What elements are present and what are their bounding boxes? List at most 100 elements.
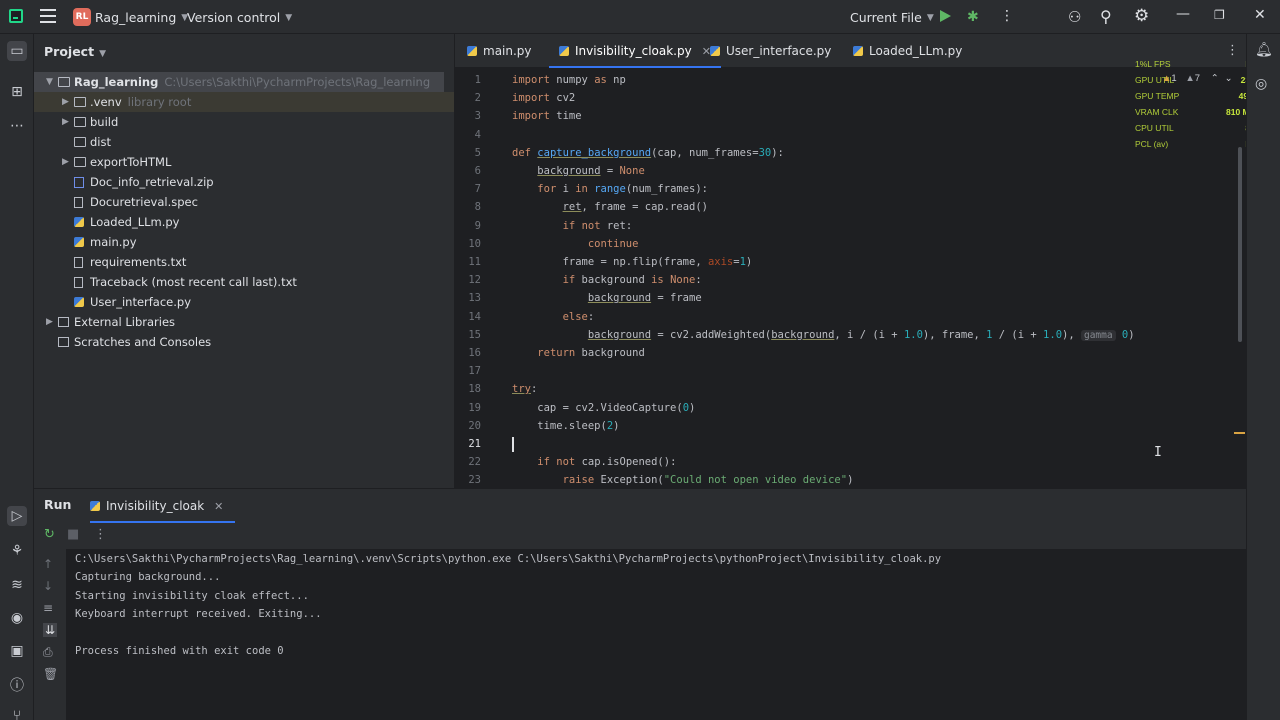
tab-user-interface-py[interactable]: User_interface.py: [710, 34, 831, 68]
project-panel-header[interactable]: Project ▼: [44, 44, 106, 59]
rerun-icon[interactable]: ↻: [44, 527, 55, 542]
search-icon[interactable]: ⚲: [1100, 7, 1112, 26]
close-tab-icon[interactable]: ✕: [214, 500, 223, 513]
soft-wrap-icon[interactable]: ≡: [43, 601, 53, 615]
code-line[interactable]: 1 import numpy as np: [455, 71, 1246, 89]
code-line[interactable]: 11 frame = np.flip(frame, axis=1): [455, 253, 1246, 271]
tab-loaded-llm-py[interactable]: Loaded_LLm.py: [853, 34, 962, 68]
code-line[interactable]: 12 if background is None:: [455, 271, 1246, 289]
editor: main.py Invisibility_cloak.py ✕ User_inte…: [455, 34, 1246, 486]
inspection-widget[interactable]: ▲1 ▲7 ⌃ ⌄: [1162, 73, 1233, 84]
tree-item[interactable]: Docuretrieval.spec: [34, 192, 454, 212]
problems-icon[interactable]: ⓘ: [7, 675, 27, 695]
chevron-up-icon[interactable]: ⌃: [1211, 73, 1219, 84]
gear-icon[interactable]: ⚙: [1134, 6, 1149, 26]
folder-icon: [58, 77, 70, 87]
folder-icon: [74, 137, 86, 147]
run-console[interactable]: C:\Users\Sakthi\PycharmProjects\Rag_lear…: [66, 549, 1246, 720]
tree-item[interactable]: User_interface.py: [34, 292, 454, 312]
scroll-up-icon[interactable]: ↑: [43, 557, 53, 571]
pycharm-logo-icon[interactable]: [9, 9, 23, 23]
chevron-down-icon[interactable]: ▼: [46, 77, 58, 87]
code-line[interactable]: 16 return background: [455, 344, 1246, 362]
scroll-to-end-icon[interactable]: ⇊: [43, 623, 58, 637]
project-badge[interactable]: RL: [73, 8, 91, 26]
tree-item[interactable]: Scratches and Consoles: [34, 332, 454, 352]
warning-icon: ▲: [1162, 73, 1172, 84]
tree-item[interactable]: ▶ External Libraries: [34, 312, 454, 332]
project-selector[interactable]: Rag_learning ▼: [95, 10, 188, 25]
more-tools-icon[interactable]: ⋯: [7, 116, 27, 136]
code-line[interactable]: 17: [455, 362, 1246, 380]
print-icon[interactable]: ⎙: [43, 645, 53, 660]
tree-item[interactable]: requirements.txt: [34, 252, 454, 272]
more-actions-icon[interactable]: ⋮: [1000, 8, 1014, 24]
trash-icon[interactable]: 🗑︎: [43, 667, 58, 681]
terminal-icon[interactable]: ▣: [7, 641, 27, 661]
minimize-icon[interactable]: —: [1176, 6, 1190, 22]
code-line[interactable]: 14 else:: [455, 308, 1246, 326]
tree-item[interactable]: ▶ build: [34, 112, 454, 132]
stop-icon[interactable]: ■: [67, 527, 79, 542]
code-line[interactable]: 2 import cv2: [455, 89, 1246, 107]
notifications-icon[interactable]: 🔔︎: [1255, 42, 1273, 58]
add-user-icon[interactable]: ⚇: [1068, 8, 1081, 26]
code-area[interactable]: 1 import numpy as np 2 import cv2 3 import ti…: [455, 69, 1246, 486]
code-line[interactable]: 8 ret, frame = cap.read(): [455, 198, 1246, 216]
code-line[interactable]: 5 def capture_background(cap, num_frames=…: [455, 144, 1246, 162]
line-number: 14: [468, 310, 481, 323]
services-icon[interactable]: ◉: [7, 608, 27, 628]
code-line[interactable]: 18 try:: [455, 380, 1246, 398]
tree-item[interactable]: main.py: [34, 232, 454, 252]
chevron-right-icon[interactable]: ▶: [62, 97, 74, 107]
main-menu-icon[interactable]: [40, 9, 56, 23]
chevron-right-icon[interactable]: ▶: [62, 157, 74, 167]
tree-item-label: .venv: [90, 95, 122, 109]
code-line[interactable]: 4: [455, 126, 1246, 144]
warning-marker[interactable]: [1234, 432, 1245, 434]
chevron-down-icon[interactable]: ⌄: [1225, 73, 1233, 84]
code-line[interactable]: 7 for i in range(num_frames):: [455, 180, 1246, 198]
code-line[interactable]: 21: [455, 435, 1246, 453]
close-icon[interactable]: ✕: [1254, 7, 1266, 23]
code-line[interactable]: 22 if not cap.isOpened():: [455, 453, 1246, 471]
tree-item[interactable]: ▼ Rag_learning C:\Users\Sakthi\PycharmProj…: [34, 72, 444, 92]
run-configuration-selector[interactable]: Current File ▼: [850, 10, 934, 25]
code-line[interactable]: 13 background = frame: [455, 289, 1246, 307]
tree-item[interactable]: Loaded_LLm.py: [34, 212, 454, 232]
code-line[interactable]: 9 if not ret:: [455, 217, 1246, 235]
debug-icon[interactable]: ✱: [967, 9, 979, 25]
run-icon[interactable]: [940, 10, 951, 22]
code-line[interactable]: 6 background = None: [455, 162, 1246, 180]
overlay-stat: VRAM CLK 810 MHz: [1135, 104, 1260, 120]
chevron-right-icon[interactable]: ▶: [62, 117, 74, 127]
run-tab-invisibility-cloak[interactable]: Invisibility_cloak ✕: [90, 489, 236, 523]
ai-assistant-icon[interactable]: ◎: [1255, 76, 1267, 92]
code-line[interactable]: 19 cap = cv2.VideoCapture(0): [455, 399, 1246, 417]
editor-scrollbar[interactable]: [1238, 147, 1242, 342]
layers-icon[interactable]: ≋: [7, 575, 27, 595]
code-line[interactable]: 10 continue: [455, 235, 1246, 253]
structure-icon[interactable]: ⊞: [7, 82, 27, 102]
version-control-icon[interactable]: ⑂: [7, 706, 27, 720]
folder-icon[interactable]: ▭: [7, 41, 27, 61]
tab-main-py[interactable]: main.py: [467, 34, 532, 68]
code-line[interactable]: 23 raise Exception("Could not open video…: [455, 471, 1246, 486]
version-control-menu[interactable]: Version control ▼: [187, 10, 292, 25]
tree-item[interactable]: ▶ .venv library root: [34, 92, 454, 112]
more-actions-icon[interactable]: ⋮: [94, 527, 107, 542]
tree-item[interactable]: Doc_info_retrieval.zip: [34, 172, 454, 192]
weak-warning-icon: ▲: [1185, 73, 1195, 84]
scroll-down-icon[interactable]: ↓: [43, 579, 53, 593]
code-line[interactable]: 15 background = cv2.addWeighted(backgrou…: [455, 326, 1246, 344]
tab-invisibility-cloak-py[interactable]: Invisibility_cloak.py ✕: [549, 34, 721, 68]
run-tool-icon[interactable]: ▷: [7, 506, 27, 526]
restore-icon[interactable]: ❐: [1214, 8, 1225, 22]
code-line[interactable]: 3 import time: [455, 107, 1246, 125]
chevron-right-icon[interactable]: ▶: [46, 317, 58, 327]
tree-item[interactable]: ▶ exportToHTML: [34, 152, 454, 172]
tree-item[interactable]: dist: [34, 132, 454, 152]
tree-item[interactable]: Traceback (most recent call last).txt: [34, 272, 454, 292]
code-line[interactable]: 20 time.sleep(2): [455, 417, 1246, 435]
python-packages-icon[interactable]: ⚘: [7, 541, 27, 561]
